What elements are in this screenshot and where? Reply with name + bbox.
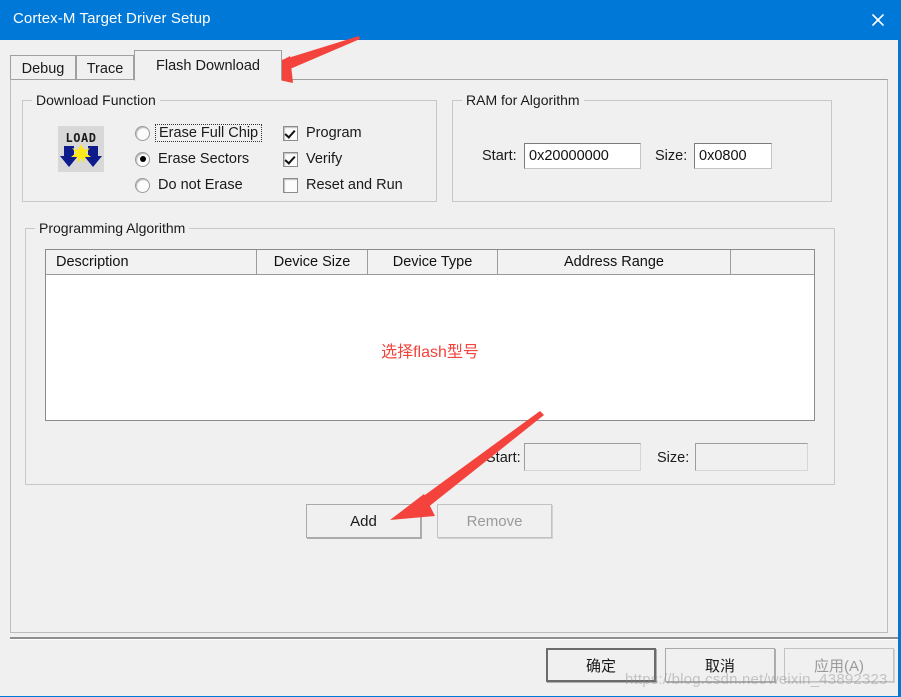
column-header-description[interactable]: Description [46, 250, 257, 274]
add-button[interactable]: Add [306, 504, 421, 538]
algorithm-start-input[interactable] [524, 443, 641, 471]
ram-size-input[interactable]: 0x0800 [694, 143, 772, 169]
title-bar: Cortex-M Target Driver Setup [0, 0, 898, 40]
checkbox-reset-and-run[interactable]: Reset and Run [283, 177, 403, 193]
column-header-device-size[interactable]: Device Size [257, 250, 368, 274]
checkbox-verify[interactable]: Verify [283, 151, 342, 167]
ram-for-algorithm-title: RAM for Algorithm [462, 92, 584, 108]
column-header-spacer[interactable] [731, 250, 814, 274]
programming-algorithm-table[interactable]: Description Device Size Device Type Addr… [45, 249, 815, 421]
algorithm-size-input[interactable] [695, 443, 808, 471]
footer-separator [10, 637, 898, 639]
algorithm-start-label: Start: [486, 450, 521, 466]
table-body: 选择flash型号 [46, 275, 814, 420]
checkbox-reset-and-run-label: Reset and Run [306, 177, 403, 193]
radio-indicator [135, 125, 150, 141]
download-function-title: Download Function [32, 92, 160, 108]
ram-start-label: Start: [482, 148, 517, 164]
ram-start-input[interactable]: 0x20000000 [524, 143, 641, 169]
svg-text:LOAD: LOAD [66, 131, 97, 145]
radio-indicator [135, 177, 150, 193]
watermark-text: https://blog.csdn.net/weixin_43892323 [625, 671, 888, 688]
checkbox-indicator [283, 151, 298, 167]
checkbox-program-label: Program [306, 125, 362, 141]
checkbox-indicator [283, 125, 298, 141]
tab-flash-download[interactable]: Flash Download [134, 50, 282, 81]
table-header-row: Description Device Size Device Type Addr… [46, 250, 814, 275]
programming-algorithm-title: Programming Algorithm [35, 220, 190, 236]
radio-erase-full-chip[interactable]: Erase Full Chip [135, 124, 263, 142]
dialog-window: Cortex-M Target Driver Setup Debug Trace… [0, 0, 901, 697]
window-title: Cortex-M Target Driver Setup [13, 10, 211, 27]
radio-erase-full-chip-label: Erase Full Chip [155, 124, 263, 142]
radio-erase-sectors-label: Erase Sectors [158, 151, 250, 167]
column-header-device-type[interactable]: Device Type [368, 250, 498, 274]
close-button[interactable] [855, 0, 898, 40]
ram-size-label: Size: [655, 148, 688, 164]
close-icon [871, 13, 885, 27]
radio-indicator [135, 151, 150, 167]
radio-erase-sectors[interactable]: Erase Sectors [135, 151, 249, 167]
algorithm-size-label: Size: [657, 450, 690, 466]
tab-trace[interactable]: Trace [76, 55, 134, 81]
checkbox-verify-label: Verify [306, 151, 343, 167]
tab-debug[interactable]: Debug [10, 55, 76, 81]
tab-strip: Debug Trace Flash Download [10, 50, 891, 81]
column-header-address-range[interactable]: Address Range [498, 250, 731, 274]
radio-do-not-erase[interactable]: Do not Erase [135, 177, 243, 193]
remove-button[interactable]: Remove [437, 504, 552, 538]
radio-do-not-erase-label: Do not Erase [158, 177, 243, 193]
load-icon: LOAD [58, 126, 104, 172]
checkbox-program[interactable]: Program [283, 125, 362, 141]
checkbox-indicator [283, 177, 298, 193]
annotation-select-flash: 选择flash型号 [381, 344, 479, 361]
